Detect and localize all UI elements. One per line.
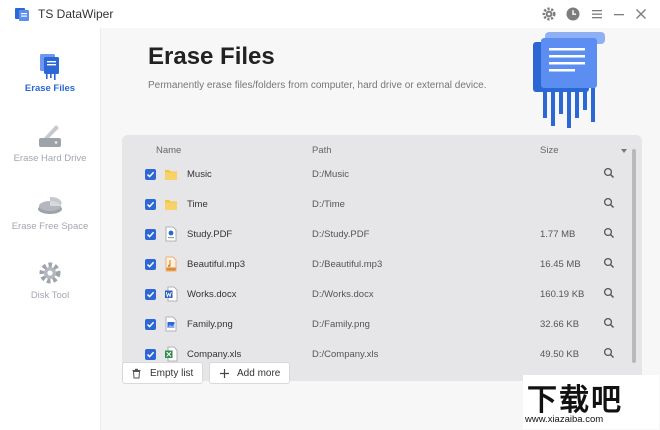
add-more-label: Add more — [237, 368, 281, 379]
file-path: D:/Family.png — [312, 319, 370, 330]
word-file-icon — [165, 286, 178, 302]
list-scrollbar[interactable] — [632, 149, 636, 363]
search-icon[interactable] — [603, 287, 615, 299]
watermark-logo-text: 下载吧 — [527, 383, 623, 418]
shredder-illustration-icon — [533, 32, 605, 128]
sort-caret-icon[interactable] — [621, 149, 627, 153]
row-checkbox[interactable] — [145, 319, 156, 330]
file-size: 1.77 MB — [540, 229, 576, 240]
watermark-url: www.xiazaiba.com — [525, 414, 604, 425]
sidebar-item-erase-files[interactable]: Erase Files — [0, 40, 100, 100]
row-checkbox[interactable] — [145, 199, 156, 210]
minimize-icon[interactable] — [611, 6, 627, 22]
clock-icon[interactable] — [565, 6, 581, 22]
page-title: Erase Files — [148, 43, 275, 70]
file-size: 32.66 KB — [540, 319, 580, 330]
title-bar: TS DataWiper — [0, 0, 660, 28]
search-icon[interactable] — [603, 227, 615, 239]
add-more-button[interactable]: Add more — [209, 362, 290, 384]
table-row[interactable]: Time D:/Time — [122, 190, 632, 220]
sidebar-item-disk-tool[interactable]: Disk Tool — [0, 247, 100, 307]
menu-icon[interactable] — [589, 6, 605, 22]
sidebar-item-erase-free-space[interactable]: Erase Free Space — [0, 178, 100, 238]
file-path: D:/Beautiful.mp3 — [312, 259, 383, 270]
empty-list-button[interactable]: Empty list — [122, 362, 203, 384]
column-header-path[interactable]: Path — [312, 145, 332, 156]
search-icon[interactable] — [603, 347, 615, 359]
folder-icon — [165, 200, 177, 210]
file-path: D:/Works.docx — [312, 289, 374, 300]
row-checkbox[interactable] — [145, 229, 156, 240]
file-size: 49.50 KB — [540, 349, 580, 360]
disk-tool-icon — [39, 262, 61, 284]
plus-icon — [220, 369, 229, 378]
table-row[interactable]: Music D:/Music — [122, 160, 632, 190]
file-name: Time — [187, 199, 208, 210]
table-row[interactable]: Study.PDF D:/Study.PDF 1.77 MB — [122, 220, 632, 250]
file-name: Works.docx — [187, 289, 237, 300]
close-icon[interactable] — [633, 6, 649, 22]
table-row[interactable]: Family.png D:/Family.png 32.66 KB — [122, 310, 632, 340]
row-checkbox[interactable] — [145, 349, 156, 360]
file-path: D:/Company.xls — [312, 349, 379, 360]
file-path: D:/Study.PDF — [312, 229, 370, 240]
erase-free-space-icon — [38, 196, 62, 214]
file-size: 160.19 KB — [540, 289, 585, 300]
file-name: Study.PDF — [187, 229, 233, 240]
sidebar-item-erase-hard-drive[interactable]: Erase Hard Drive — [0, 110, 100, 170]
sidebar-item-label: Erase Hard Drive — [13, 153, 87, 164]
sidebar: Erase Files Erase Hard Drive Erase Free … — [0, 28, 101, 430]
folder-icon — [165, 170, 177, 180]
app-title: TS DataWiper — [38, 7, 114, 21]
file-name: Company.xls — [187, 349, 242, 360]
erase-hard-drive-icon — [39, 125, 61, 147]
row-checkbox[interactable] — [145, 169, 156, 180]
erase-files-icon — [40, 54, 59, 80]
image-file-icon — [165, 316, 177, 332]
excel-file-icon — [165, 346, 178, 362]
file-list-panel: Name Path Size Music D:/Music Time D:/Ti… — [122, 135, 642, 381]
empty-list-label: Empty list — [150, 368, 194, 379]
table-row[interactable]: Works.docx D:/Works.docx 160.19 KB — [122, 280, 632, 310]
sidebar-item-label: Erase Files — [24, 83, 76, 94]
file-name: Family.png — [187, 319, 233, 330]
file-name: Beautiful.mp3 — [187, 259, 246, 270]
search-icon[interactable] — [603, 167, 615, 179]
search-icon[interactable] — [603, 197, 615, 209]
mp3-file-icon — [165, 256, 177, 272]
row-checkbox[interactable] — [145, 259, 156, 270]
search-icon[interactable] — [603, 257, 615, 269]
gear-icon[interactable] — [541, 6, 557, 22]
file-name: Music — [187, 169, 212, 180]
column-header-size[interactable]: Size — [540, 145, 558, 156]
row-checkbox[interactable] — [145, 289, 156, 300]
file-size: 16.45 MB — [540, 259, 581, 270]
app-logo-icon — [15, 8, 29, 21]
table-row[interactable]: Beautiful.mp3 D:/Beautiful.mp3 16.45 MB — [122, 250, 632, 280]
file-path: D:/Time — [312, 199, 345, 210]
watermark: 下载吧 www.xiazaiba.com — [523, 375, 659, 429]
page-subtitle: Permanently erase files/folders from com… — [148, 80, 487, 91]
column-header-name[interactable]: Name — [156, 145, 181, 156]
trash-icon — [132, 368, 141, 379]
search-icon[interactable] — [603, 317, 615, 329]
sidebar-item-label: Disk Tool — [30, 290, 70, 301]
file-path: D:/Music — [312, 169, 349, 180]
sidebar-item-label: Erase Free Space — [11, 221, 89, 232]
pdf-file-icon — [165, 226, 177, 242]
